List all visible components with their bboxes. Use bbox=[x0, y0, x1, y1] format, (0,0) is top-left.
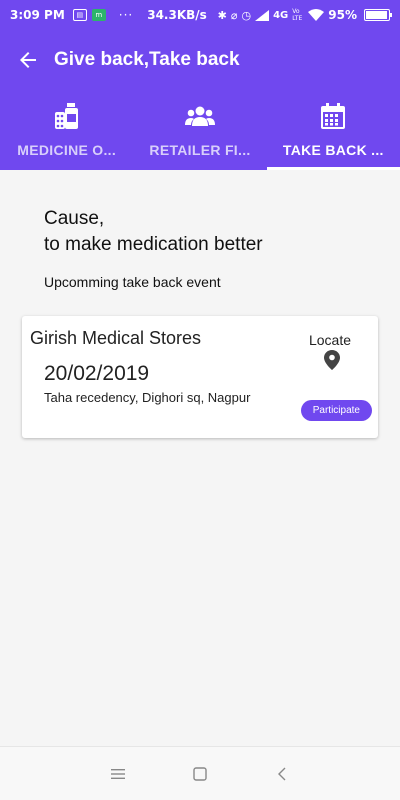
notification-app-icon: ▤ bbox=[72, 9, 87, 21]
tab-take-back-label: TAKE BACK ... bbox=[282, 142, 384, 158]
status-bar: 3:09 PM ▤ m ··· 34.3KB/s ✱ ⌀ ◷ 4G Vo LTE… bbox=[0, 0, 400, 30]
people-icon bbox=[184, 106, 215, 126]
home-square-icon bbox=[193, 766, 207, 781]
status-time: 3:09 PM bbox=[10, 8, 65, 22]
locate-button[interactable]: Locate bbox=[302, 332, 358, 348]
page-title: Give back,Take back bbox=[54, 49, 240, 70]
menu-icon bbox=[111, 768, 125, 779]
calendar-icon bbox=[321, 103, 346, 129]
heading-line-2: to make medication better bbox=[44, 234, 263, 255]
network-speed: 34.3KB/s bbox=[147, 8, 207, 22]
network-type: 4G bbox=[273, 9, 289, 21]
tab-medicine-label: MEDICINE O... bbox=[17, 142, 117, 158]
location-pin-icon bbox=[324, 350, 340, 370]
tab-medicine[interactable]: MEDICINE O... bbox=[0, 90, 133, 170]
tab-retailer[interactable]: RETAILER FI... bbox=[133, 90, 266, 170]
heading-line-1: Cause, bbox=[44, 208, 105, 229]
participate-button[interactable]: Participate bbox=[300, 400, 372, 421]
tab-bar: MEDICINE O... RETAILER FI... TAKE BACK .… bbox=[0, 90, 400, 170]
volte-badge: Vo LTE bbox=[292, 8, 303, 22]
bluetooth-icon: ✱ bbox=[217, 8, 227, 22]
home-button[interactable] bbox=[190, 764, 210, 784]
locate-pin-button[interactable] bbox=[324, 350, 340, 374]
event-card: Girish Medical Stores 20/02/2019 Taha re… bbox=[22, 316, 378, 438]
system-nav-bar bbox=[0, 746, 400, 800]
event-address: Taha recedency, Dighori sq, Nagpur bbox=[44, 390, 251, 405]
signal-icon bbox=[255, 9, 270, 21]
chevron-left-icon bbox=[278, 767, 286, 780]
notification-app-icon-green: m bbox=[91, 9, 106, 21]
app-bar: Give back,Take back bbox=[0, 30, 400, 90]
more-notifications-icon: ··· bbox=[118, 8, 134, 22]
wifi-icon bbox=[308, 9, 325, 21]
vibrate-icon: ⌀ bbox=[230, 8, 238, 22]
tab-retailer-label: RETAILER FI... bbox=[149, 142, 251, 158]
cause-heading: Cause, to make medication better bbox=[44, 206, 263, 258]
event-date: 20/02/2019 bbox=[44, 362, 150, 385]
medicine-icon bbox=[54, 103, 78, 129]
tab-take-back[interactable]: TAKE BACK ... bbox=[266, 90, 400, 170]
menu-button[interactable] bbox=[108, 764, 128, 784]
battery-icon bbox=[364, 9, 392, 21]
battery-percent: 95% bbox=[328, 8, 357, 22]
upcoming-event-label: Upcomming take back event bbox=[44, 274, 221, 290]
alarm-icon: ◷ bbox=[241, 8, 252, 22]
arrow-left-icon bbox=[20, 52, 36, 68]
store-name: Girish Medical Stores bbox=[30, 328, 202, 348]
system-back-button[interactable] bbox=[272, 764, 292, 784]
back-button[interactable] bbox=[6, 38, 50, 82]
